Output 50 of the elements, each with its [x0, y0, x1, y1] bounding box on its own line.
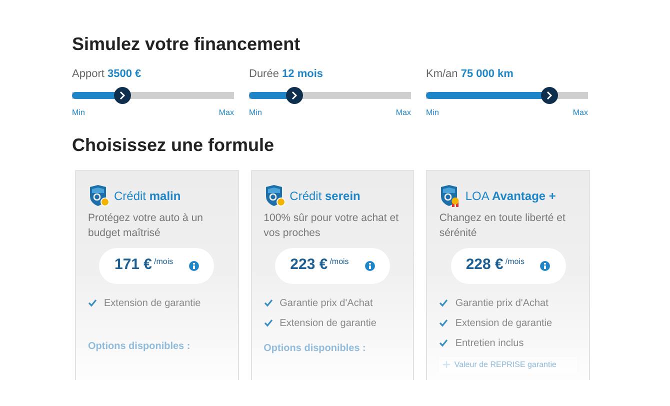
- chevron-right-icon: [291, 90, 298, 100]
- shield-coin-icon: [88, 184, 110, 208]
- check-icon: [439, 299, 448, 307]
- feature-text: Garantie prix d'Achat: [455, 296, 548, 310]
- plus-icon: [443, 361, 450, 368]
- price-unit: /mois: [154, 256, 174, 268]
- plan-name: Crédit malin: [114, 188, 181, 204]
- max-label: Max: [218, 106, 234, 118]
- info-icon[interactable]: [189, 260, 200, 270]
- plan-name: LOA Avantage +: [465, 188, 556, 204]
- options-title: Options disponibles :: [88, 340, 192, 354]
- price: 228 €: [466, 255, 504, 276]
- feature-text: Garantie prix d'Achat: [280, 296, 373, 310]
- chevron-right-icon: [119, 90, 126, 100]
- info-icon[interactable]: [540, 260, 550, 270]
- check-icon: [439, 339, 448, 347]
- feature-text: Extension de garantie: [280, 316, 376, 330]
- feature-text: Entretien inclus: [455, 336, 524, 350]
- section-title: Simulez votre financement: [72, 33, 302, 56]
- check-icon: [88, 299, 97, 307]
- min-label: Min: [426, 106, 439, 118]
- slider-thumb[interactable]: [114, 86, 132, 104]
- slider-thumb[interactable]: [286, 86, 304, 104]
- min-label: Min: [249, 106, 262, 118]
- price: 223 €: [290, 255, 328, 276]
- info-icon[interactable]: [364, 260, 375, 270]
- plan-description: Changez en toute liberté et sérénité: [439, 210, 566, 240]
- max-label: Max: [572, 106, 588, 118]
- slider-label: Apport 3500 €: [72, 67, 142, 82]
- price-unit: /mois: [505, 256, 524, 268]
- shield-coin-icon: [264, 184, 286, 208]
- plan-name: Crédit serein: [290, 188, 360, 204]
- section-title: Choisissez une formule: [72, 134, 276, 156]
- check-icon: [264, 299, 273, 307]
- check-icon: [264, 319, 273, 327]
- feature-text: Extension de garantie: [104, 296, 201, 310]
- chevron-right-icon: [546, 90, 554, 100]
- check-icon: [439, 319, 448, 327]
- plan-description: Protégez votre auto à un budget maîtrisé: [88, 210, 204, 240]
- max-label: Max: [396, 106, 411, 118]
- feature-text: Extension de garantie: [455, 316, 552, 330]
- slider-label: Km/an 75 000 km: [426, 67, 514, 82]
- price-unit: /mois: [330, 256, 349, 268]
- plan-description: 100% sûr pour votre achat et vos proches: [264, 210, 400, 240]
- shield-medal-icon: [439, 184, 462, 208]
- slider-thumb[interactable]: [541, 86, 558, 104]
- price: 171 €: [114, 255, 152, 276]
- options-title: Options disponibles :: [264, 342, 367, 356]
- min-label: Min: [72, 106, 85, 118]
- slider-label: Durée 12 mois: [249, 67, 324, 82]
